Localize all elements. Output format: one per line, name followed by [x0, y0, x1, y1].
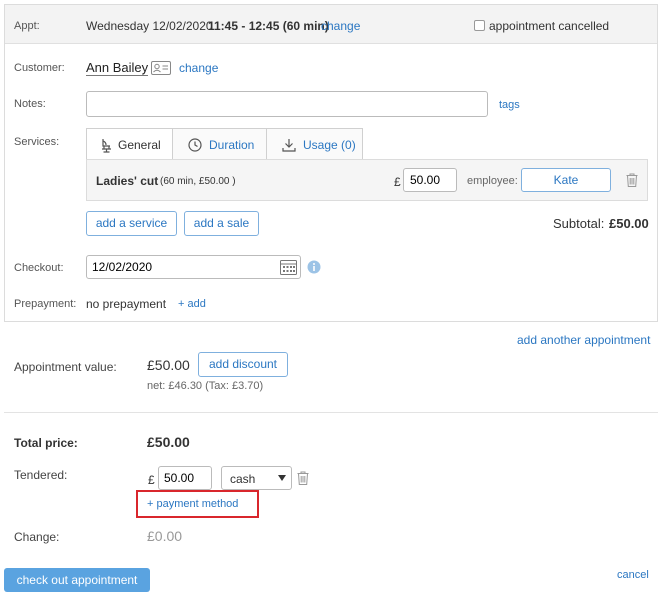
add-another-appointment-link[interactable]: add another appointment: [517, 333, 650, 347]
checkout-date-input[interactable]: [86, 255, 301, 279]
tendered-amount-input[interactable]: [158, 466, 212, 490]
calendar-icon[interactable]: [280, 259, 297, 275]
total-price-label: Total price:: [14, 436, 78, 450]
payment-method-select[interactable]: cash: [221, 466, 292, 490]
service-name: Ladies' cut: [96, 174, 159, 188]
tab-usage[interactable]: Usage (0): [266, 128, 363, 160]
tags-link[interactable]: tags: [499, 99, 520, 111]
appointment-value-label: Appointment value:: [14, 360, 117, 374]
checkout-label: Checkout:: [14, 262, 64, 274]
appointment-cancelled-label: appointment cancelled: [489, 19, 610, 33]
subtotal-value: £50.00: [609, 216, 649, 231]
notes-input[interactable]: [86, 91, 488, 117]
tendered-currency: £: [148, 473, 155, 487]
download-icon: [282, 138, 296, 152]
appt-time: 11:45 - 12:45 (60 min): [208, 19, 329, 33]
add-payment-method-link[interactable]: + payment method: [147, 498, 238, 510]
tendered-trash-icon[interactable]: [297, 471, 309, 485]
trash-icon[interactable]: [626, 173, 638, 187]
prepayment-value: no prepayment: [86, 297, 167, 311]
notes-label: Notes:: [14, 98, 46, 110]
tab-general[interactable]: General: [86, 128, 173, 161]
change-amount: £0.00: [147, 528, 183, 544]
prepayment-label: Prepayment:: [14, 298, 77, 310]
appt-label: Appt:: [14, 20, 40, 32]
salon-chair-icon: [100, 138, 113, 153]
customer-change-link[interactable]: change: [179, 61, 218, 75]
service-currency: £: [394, 175, 401, 189]
service-price-input[interactable]: [403, 168, 457, 192]
cancel-link[interactable]: cancel: [617, 569, 649, 581]
employee-label: employee:: [467, 175, 518, 187]
appt-change-link[interactable]: change: [321, 19, 360, 33]
tab-duration[interactable]: Duration: [172, 128, 267, 160]
add-sale-button[interactable]: add a sale: [184, 211, 259, 236]
customer-label: Customer:: [14, 62, 65, 74]
chevron-down-icon: [278, 475, 286, 481]
customer-name[interactable]: Ann Bailey: [86, 60, 149, 76]
services-label: Services:: [14, 136, 60, 148]
appointment-cancelled-checkbox[interactable]: [474, 20, 485, 31]
payment-method-value: cash: [230, 472, 256, 486]
contact-card-icon[interactable]: [151, 61, 171, 75]
clock-icon: [188, 137, 202, 152]
net-tax-text: net: £46.30 (Tax: £3.70): [147, 380, 264, 392]
check-out-appointment-button[interactable]: check out appointment: [4, 568, 150, 592]
info-icon[interactable]: [307, 260, 321, 274]
service-details: (60 min, £50.00 ): [160, 176, 236, 187]
change-label: Change:: [14, 530, 60, 544]
subtotal-label: Subtotal:: [553, 216, 605, 231]
tab-usage-label: Usage (0): [303, 137, 356, 152]
add-discount-button[interactable]: add discount: [198, 352, 288, 377]
appt-date: Wednesday 12/02/2020: [86, 19, 213, 33]
total-price-amount: £50.00: [147, 434, 190, 450]
divider: [4, 412, 658, 413]
prepayment-add-link[interactable]: + add: [178, 298, 206, 310]
tendered-label: Tendered:: [14, 468, 68, 482]
tab-general-label: General: [118, 138, 161, 152]
appointment-value-amount: £50.00: [147, 357, 190, 373]
tab-duration-label: Duration: [209, 137, 255, 152]
employee-select[interactable]: Kate: [521, 168, 611, 192]
add-service-button[interactable]: add a service: [86, 211, 177, 236]
